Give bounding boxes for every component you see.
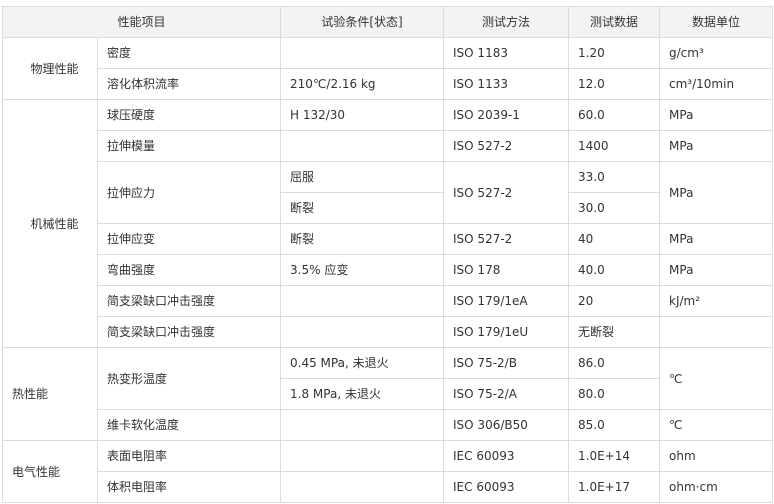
category-electrical: 电气性能: [2, 440, 98, 503]
property-condition: 210℃/2.16 kg: [280, 68, 445, 100]
property-name: 简支梁缺口冲击强度: [96, 285, 282, 317]
property-unit: ohm·cm: [659, 471, 774, 503]
property-name: 拉伸应力: [96, 161, 282, 224]
property-value: 40.0: [568, 254, 661, 286]
property-unit: ohm: [659, 440, 774, 472]
property-unit: MPa: [659, 223, 774, 255]
property-method: ISO 179/1eU: [443, 316, 570, 348]
property-condition: 屈服: [280, 161, 445, 193]
table-row: 维卡软化温度 ISO 306/B50 85.0 ℃: [3, 409, 774, 441]
property-condition: [280, 37, 445, 69]
property-condition: 1.8 MPa, 未退火: [280, 378, 445, 410]
property-value: 1.20: [568, 37, 661, 69]
property-method: ISO 527-2: [443, 130, 570, 162]
property-method: ISO 2039-1: [443, 99, 570, 131]
property-condition: [280, 285, 445, 317]
property-unit: MPa: [659, 254, 774, 286]
property-value: 无断裂: [568, 316, 661, 348]
property-name: 溶化体积流率: [96, 68, 282, 100]
table-row: 拉伸应力 屈服 ISO 527-2 33.0 MPa: [3, 161, 774, 224]
property-method: ISO 179/1eA: [443, 285, 570, 317]
property-method: ISO 75-2/B: [443, 347, 570, 379]
table-row: 电气性能 表面电阻率 IEC 60093 1.0E+14 ohm: [2, 440, 774, 503]
page: 性能项目 试验条件[状态] 测试方法 测试数据 数据单位 物理性能 密度 ISO…: [0, 0, 774, 504]
property-condition: H 132/30: [280, 99, 445, 131]
property-condition: [280, 316, 445, 348]
table-row: 拉伸模量 ISO 527-2 1400 MPa: [3, 130, 774, 162]
property-value: 85.0: [568, 409, 661, 441]
property-name: 弯曲强度: [96, 254, 282, 286]
property-name: 密度: [96, 37, 282, 69]
property-method: ISO 178: [443, 254, 570, 286]
category-mechanical: 机械性能: [2, 99, 98, 348]
table-row: 拉伸应变 断裂 ISO 527-2 40 MPa: [3, 223, 774, 255]
property-name: 体积电阻率: [96, 471, 282, 503]
property-method: ISO 527-2: [443, 223, 570, 255]
property-value: 33.0: [568, 161, 661, 193]
property-condition: 0.45 MPa, 未退火: [280, 347, 445, 379]
property-name: 表面电阻率: [96, 440, 282, 472]
property-method: ISO 1183: [443, 37, 570, 69]
property-condition: 3.5% 应变: [280, 254, 445, 286]
property-value: 60.0: [568, 99, 661, 131]
property-value: 80.0: [568, 378, 661, 410]
property-unit: MPa: [659, 161, 774, 224]
property-method: ISO 75-2/A: [443, 378, 570, 410]
property-value: 40: [568, 223, 661, 255]
property-unit: ℃: [659, 347, 774, 410]
header-value: 测试数据: [568, 6, 661, 38]
property-unit: MPa: [659, 130, 774, 162]
property-name: 球压硬度: [96, 99, 282, 131]
property-method: IEC 60093: [443, 471, 570, 503]
table-row: 体积电阻率 IEC 60093 1.0E+17 ohm·cm: [3, 471, 774, 503]
property-condition: [280, 440, 445, 472]
property-method: ISO 306/B50: [443, 409, 570, 441]
property-name: 简支梁缺口冲击强度: [96, 316, 282, 348]
property-condition: [280, 409, 445, 441]
property-method: ISO 527-2: [443, 161, 570, 224]
property-value: 30.0: [568, 192, 661, 224]
property-unit: MPa: [659, 99, 774, 131]
properties-table: 性能项目 试验条件[状态] 测试方法 测试数据 数据单位 物理性能 密度 ISO…: [1, 6, 774, 503]
category-thermal: 热性能: [2, 347, 98, 441]
category-physical: 物理性能: [2, 37, 98, 100]
property-value: 12.0: [568, 68, 661, 100]
header-condition: 试验条件[状态]: [280, 6, 445, 38]
header-unit: 数据单位: [659, 6, 774, 38]
table-row: 简支梁缺口冲击强度 ISO 179/1eA 20 kJ/m²: [3, 285, 774, 317]
property-name: 拉伸应变: [96, 223, 282, 255]
property-unit: ℃: [659, 409, 774, 441]
property-name: 维卡软化温度: [96, 409, 282, 441]
property-name: 热变形温度: [96, 347, 282, 410]
property-value: 1.0E+17: [568, 471, 661, 503]
property-value: 1.0E+14: [568, 440, 661, 472]
property-method: IEC 60093: [443, 440, 570, 472]
property-condition: 断裂: [280, 192, 445, 224]
property-condition: [280, 130, 445, 162]
table-row: 溶化体积流率 210℃/2.16 kg ISO 1133 12.0 cm³/10…: [3, 68, 774, 100]
property-method: ISO 1133: [443, 68, 570, 100]
table-row: 简支梁缺口冲击强度 ISO 179/1eU 无断裂: [3, 316, 774, 348]
property-name: 拉伸模量: [96, 130, 282, 162]
property-unit: g/cm³: [659, 37, 774, 69]
header-method: 测试方法: [443, 6, 570, 38]
property-value: 86.0: [568, 347, 661, 379]
header-row: 性能项目 试验条件[状态] 测试方法 测试数据 数据单位: [1, 6, 774, 38]
table-row: 热性能 热变形温度 0.45 MPa, 未退火 ISO 75-2/B 86.0 …: [2, 347, 774, 441]
property-value: 1400: [568, 130, 661, 162]
table-row: 机械性能 球压硬度 H 132/30 ISO 2039-1 60.0 MPa: [2, 99, 774, 348]
property-unit: cm³/10min: [659, 68, 774, 100]
property-value: 20: [568, 285, 661, 317]
property-unit: kJ/m²: [659, 285, 774, 317]
property-condition: 断裂: [280, 223, 445, 255]
table-row: 弯曲强度 3.5% 应变 ISO 178 40.0 MPa: [3, 254, 774, 286]
table-row: 物理性能 密度 ISO 1183 1.20 g/cm³: [2, 37, 774, 100]
property-condition: [280, 471, 445, 503]
header-property: 性能项目: [1, 6, 282, 38]
property-unit: [659, 316, 774, 348]
